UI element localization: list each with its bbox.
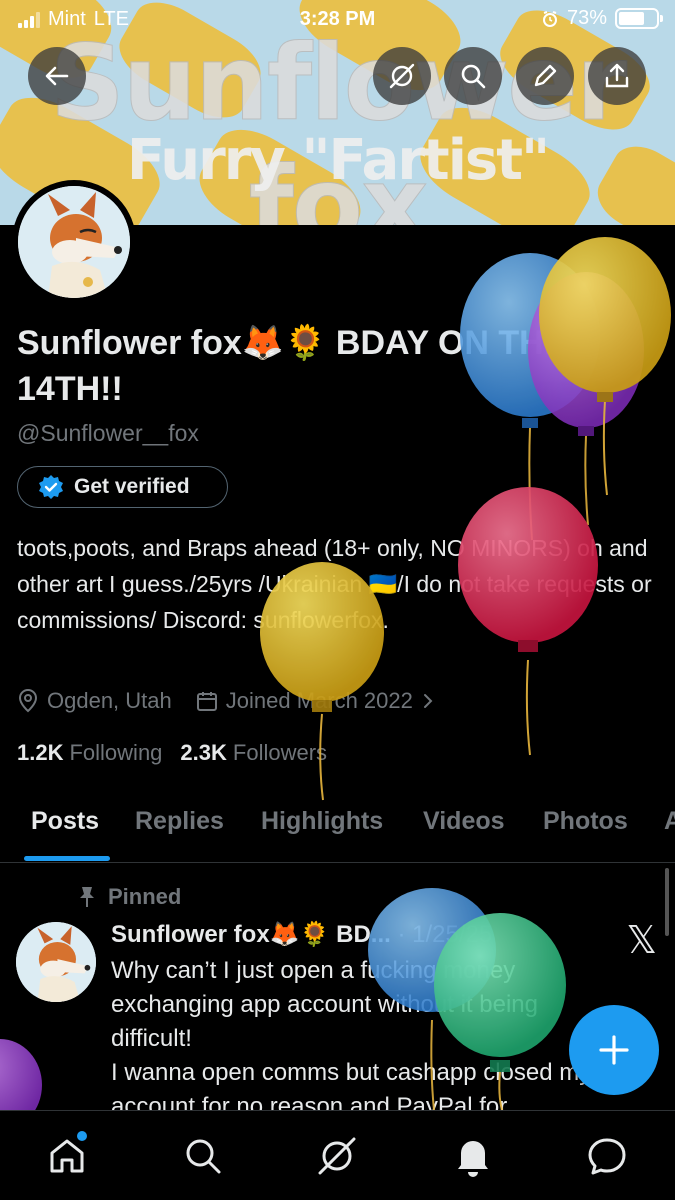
active-tab-indicator (24, 856, 110, 861)
messages-icon (588, 1138, 626, 1175)
battery-percent: 73% (566, 7, 607, 29)
post-avatar[interactable] (16, 922, 96, 1002)
home-notification-dot (77, 1131, 87, 1141)
nav-messages[interactable] (582, 1131, 632, 1181)
home-icon (50, 1139, 84, 1173)
nav-search[interactable] (178, 1131, 228, 1181)
following-count: 1.2K (17, 740, 64, 765)
follow-stats: 1.2K Following 2.3K Followers (17, 740, 327, 766)
nav-grok[interactable] (312, 1131, 362, 1181)
display-name: Sunflower fox🦊🌻 BDAY ON THE 14TH!! (17, 324, 567, 408)
profile-meta: Ogden, Utah Joined March 2022 (17, 688, 435, 714)
post-author[interactable]: Sunflower fox🦊🌻 BD... (111, 921, 391, 948)
join-date-text: Joined March 2022 (225, 688, 413, 713)
tab-articles[interactable]: A (664, 807, 675, 836)
profile-tabs: Posts Replies Highlights Videos Photos A (0, 795, 675, 863)
post-line: difficult! (111, 1025, 192, 1052)
username: @Sunflower__fox (17, 420, 199, 446)
profile-avatar[interactable] (12, 180, 136, 304)
plus-icon (599, 1035, 629, 1065)
followers-label: Followers (232, 740, 328, 765)
location-text: Ogden, Utah (47, 688, 172, 713)
post-body[interactable]: Why can’t I just open a fucking money ex… (111, 954, 611, 1124)
pin-icon (80, 887, 94, 907)
share-icon (605, 63, 629, 88)
back-arrow-icon (45, 66, 69, 86)
location: Ogden, Utah (17, 688, 172, 714)
location-pin-icon (18, 689, 38, 713)
followers-link[interactable]: 2.3K Followers (180, 740, 327, 766)
chevron-right-icon (423, 694, 433, 708)
get-verified-label: Get verified (74, 475, 190, 498)
scrollbar[interactable] (665, 868, 669, 936)
post-header: Sunflower fox🦊🌻 BD... · 1/25/25 (111, 920, 492, 949)
battery-info: 73% (541, 7, 663, 30)
get-verified-button[interactable]: Get verified (17, 466, 228, 508)
tab-posts[interactable]: Posts (31, 807, 99, 836)
tab-videos[interactable]: Videos (423, 807, 505, 836)
following-label: Following (69, 740, 163, 765)
avatar-image (18, 186, 130, 298)
grok-button[interactable] (373, 47, 431, 105)
search-button[interactable] (444, 47, 502, 105)
tab-photos[interactable]: Photos (543, 807, 628, 836)
notifications-icon (458, 1141, 488, 1177)
tab-highlights[interactable]: Highlights (261, 807, 383, 836)
post-line: Why can’t I just open a fucking money (111, 957, 516, 984)
bottom-navigation (0, 1110, 675, 1200)
verified-badge-icon (39, 475, 63, 499)
banner-subtitle: Furry "Fartist" (126, 128, 550, 193)
status-bar: Mint LTE 3:28 PM 73% (0, 0, 675, 38)
followers-count: 2.3K (180, 740, 227, 765)
post-date: · 1/25/25 (397, 921, 493, 948)
post-line: exchanging app account without it being (111, 991, 538, 1018)
nav-notifications[interactable] (448, 1131, 498, 1181)
pencil-icon (534, 64, 557, 87)
x-logo-icon: 𝕏 (626, 918, 657, 962)
grok-icon (389, 63, 415, 89)
search-icon (186, 1139, 221, 1174)
alarm-icon (542, 10, 557, 27)
pinned-indicator: Pinned (78, 884, 181, 910)
share-button[interactable] (588, 47, 646, 105)
compose-post-button[interactable] (569, 1005, 659, 1095)
search-icon (461, 64, 486, 89)
tab-replies[interactable]: Replies (135, 807, 224, 836)
pinned-label: Pinned (108, 884, 182, 909)
post-line: I wanna open comms but cashapp closed my (111, 1059, 592, 1086)
following-link[interactable]: 1.2K Following (17, 740, 162, 766)
join-date[interactable]: Joined March 2022 (196, 688, 435, 714)
battery-icon (615, 8, 663, 29)
back-button[interactable] (28, 47, 86, 105)
calendar-icon (196, 692, 217, 711)
profile-bio: toots,poots, and Braps ahead (18+ only, … (17, 535, 652, 633)
grok-icon (318, 1137, 356, 1175)
edit-button[interactable] (516, 47, 574, 105)
